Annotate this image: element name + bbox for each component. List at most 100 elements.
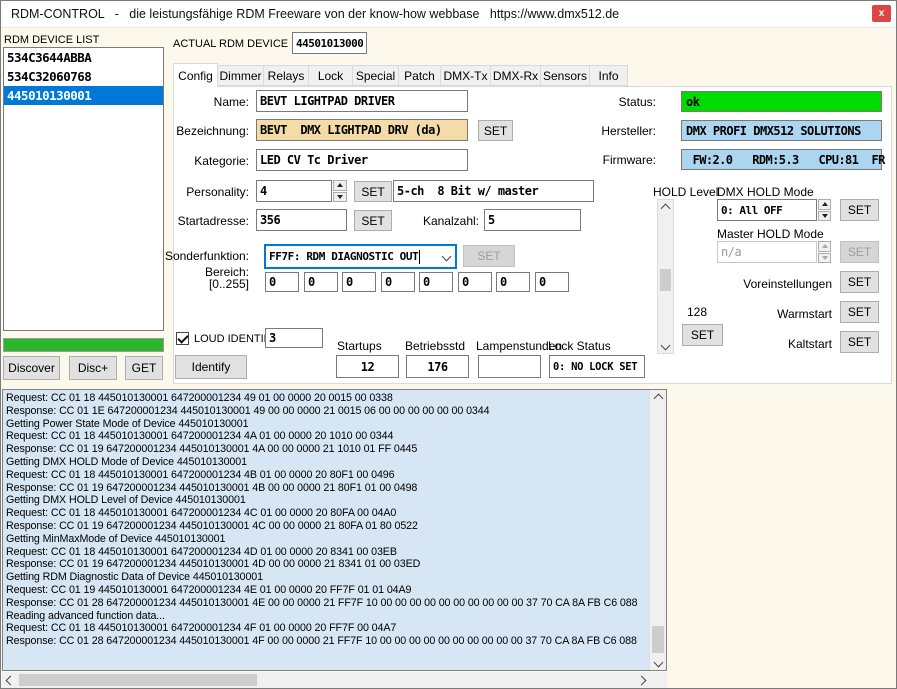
set-kaltstart-button[interactable]: SET xyxy=(840,331,879,353)
log-line: Getting Power State Mode of Device 44501… xyxy=(6,418,647,431)
set-warmstart-button[interactable]: SET xyxy=(840,301,879,323)
startadresse-field[interactable] xyxy=(256,209,347,231)
bereich-input-1[interactable] xyxy=(265,272,299,292)
log-output[interactable]: Request: CC 01 18 445010130001 647200001… xyxy=(2,389,667,671)
set-voreinstellungen-button[interactable]: SET xyxy=(840,271,879,293)
tab-dimmer[interactable]: Dimmer xyxy=(217,65,264,86)
bereich-input-8[interactable] xyxy=(535,272,569,292)
scroll-down-icon[interactable] xyxy=(650,654,666,670)
spinner-down-icon[interactable] xyxy=(333,192,347,203)
log-line: Request: CC 01 19 445010130001 647200001… xyxy=(6,584,647,597)
scroll-right-icon[interactable] xyxy=(633,672,649,688)
warmstart-label: Warmstart xyxy=(681,307,832,321)
device-list-item-selected[interactable]: 445010130001 xyxy=(4,86,163,105)
master-hold-mode-field xyxy=(717,241,817,263)
spinner-up-icon[interactable] xyxy=(818,199,831,210)
status-label: Status: xyxy=(556,95,656,109)
personality-description-field xyxy=(393,180,594,202)
master-hold-mode-label: Master HOLD Mode xyxy=(717,227,824,241)
log-line: Getting RDM Diagnostic Data of Device 44… xyxy=(6,571,647,584)
log-line: Response: CC 01 28 647200001234 44501013… xyxy=(6,597,647,610)
tab-lock[interactable]: Lock xyxy=(308,65,353,86)
startadresse-label: Startadresse: xyxy=(149,214,249,228)
scroll-down-icon[interactable] xyxy=(658,337,673,353)
tab-patch[interactable]: Patch xyxy=(398,65,441,86)
log-line: Getting DMX HOLD Level of Device 4450101… xyxy=(6,494,647,507)
text-cursor xyxy=(419,250,420,264)
firmware-label: Firmware: xyxy=(556,153,656,167)
discover-button[interactable]: Discover xyxy=(3,356,60,380)
sonderfunktion-dropdown[interactable]: FF7F: RDM DIAGNOSTIC OUT xyxy=(264,244,457,269)
bezeichnung-label: Bezeichnung: xyxy=(149,124,249,138)
window-title: RDM-CONTROL - die leistungsfähige RDM Fr… xyxy=(11,7,619,21)
disc-plus-button[interactable]: Disc+ xyxy=(69,356,117,380)
name-field[interactable] xyxy=(256,90,468,112)
log-line: Request: CC 01 18 445010130001 647200001… xyxy=(6,507,647,520)
spinner-up-icon[interactable] xyxy=(333,180,347,191)
hold-level-scrollbar[interactable] xyxy=(657,199,674,354)
actual-device-value xyxy=(292,32,367,54)
spinner-down-icon[interactable] xyxy=(818,211,831,222)
identify-button[interactable]: Identify xyxy=(175,355,247,379)
log-vertical-scrollbar[interactable] xyxy=(649,390,666,670)
bereich-input-7[interactable] xyxy=(496,272,530,292)
log-line: Request: CC 01 18 445010130001 647200001… xyxy=(6,546,647,559)
personality-spinner[interactable] xyxy=(333,180,347,202)
spinner-up-icon xyxy=(818,241,831,252)
app-window: RDM-CONTROL - die leistungsfähige RDM Fr… xyxy=(0,0,897,689)
log-vscrollbar-thumb[interactable] xyxy=(652,626,664,653)
log-line: Response: CC 01 19 647200001234 44501013… xyxy=(6,558,647,571)
tab-special[interactable]: Special xyxy=(352,65,399,86)
set-personality-button[interactable]: SET xyxy=(354,181,392,202)
kanalzahl-label: Kanalzahl: xyxy=(379,214,479,228)
personality-field[interactable] xyxy=(256,180,332,202)
check-icon xyxy=(177,332,188,343)
bereich-input-2[interactable] xyxy=(304,272,338,292)
log-line: Request: CC 01 18 445010130001 647200001… xyxy=(6,469,647,482)
log-line: Request: CC 01 18 445010130001 647200001… xyxy=(6,430,647,443)
scroll-up-icon[interactable] xyxy=(658,200,673,216)
hold-level-scrollbar-thumb[interactable] xyxy=(660,269,671,291)
loud-identify-checkbox[interactable] xyxy=(176,332,189,345)
device-list[interactable]: 534C3644ABBA 534C32060768 445010130001 xyxy=(3,47,164,331)
tab-relays[interactable]: Relays xyxy=(263,65,309,86)
loud-identify-field[interactable] xyxy=(265,328,323,348)
personality-label: Personality: xyxy=(149,185,249,199)
chevron-down-icon[interactable] xyxy=(438,253,455,260)
dmx-hold-mode-field[interactable] xyxy=(717,199,817,221)
lampenstunden-value xyxy=(478,355,541,378)
log-line: Response: CC 01 19 647200001234 44501013… xyxy=(6,482,647,495)
tab-dmx-rx[interactable]: DMX-Rx xyxy=(490,65,541,86)
tab-dmx-tx[interactable]: DMX-Tx xyxy=(440,65,491,86)
scroll-up-icon[interactable] xyxy=(650,390,666,406)
tab-info[interactable]: Info xyxy=(589,65,628,86)
log-line: Getting MinMaxMode of Device 44501013000… xyxy=(6,533,647,546)
bereich-input-3[interactable] xyxy=(342,272,376,292)
set-bezeichnung-button[interactable]: SET xyxy=(478,120,513,141)
close-button[interactable]: x xyxy=(872,5,891,22)
kategorie-field[interactable] xyxy=(256,149,468,171)
dmx-hold-mode-spinner[interactable] xyxy=(818,199,831,221)
bereich-input-5[interactable] xyxy=(419,272,453,292)
kaltstart-label: Kaltstart xyxy=(681,337,832,351)
betriebsstd-label: Betriebsstd xyxy=(405,339,465,353)
log-hscrollbar-thumb[interactable] xyxy=(19,674,257,686)
spinner-down-icon xyxy=(818,253,831,264)
log-line: Request: CC 01 18 445010130001 647200001… xyxy=(6,392,647,405)
scroll-left-icon[interactable] xyxy=(2,672,18,688)
log-lines: Request: CC 01 18 445010130001 647200001… xyxy=(6,392,647,668)
device-list-item[interactable]: 534C3644ABBA xyxy=(4,48,163,67)
dmx-hold-mode-label: DMX HOLD Mode xyxy=(717,185,814,199)
device-list-item[interactable]: 534C32060768 xyxy=(4,67,163,86)
name-label: Name: xyxy=(149,95,249,109)
startups-value xyxy=(336,355,399,378)
get-button[interactable]: GET xyxy=(125,356,163,380)
log-horizontal-scrollbar[interactable] xyxy=(2,672,649,688)
tab-sensors[interactable]: Sensors xyxy=(540,65,590,86)
set-dmx-hold-button[interactable]: SET xyxy=(840,199,879,221)
bezeichnung-field[interactable] xyxy=(256,119,468,141)
kategorie-label: Kategorie: xyxy=(149,154,249,168)
bereich-input-6[interactable] xyxy=(458,272,492,292)
bereich-input-4[interactable] xyxy=(381,272,415,292)
tab-config[interactable]: Config xyxy=(173,63,218,87)
